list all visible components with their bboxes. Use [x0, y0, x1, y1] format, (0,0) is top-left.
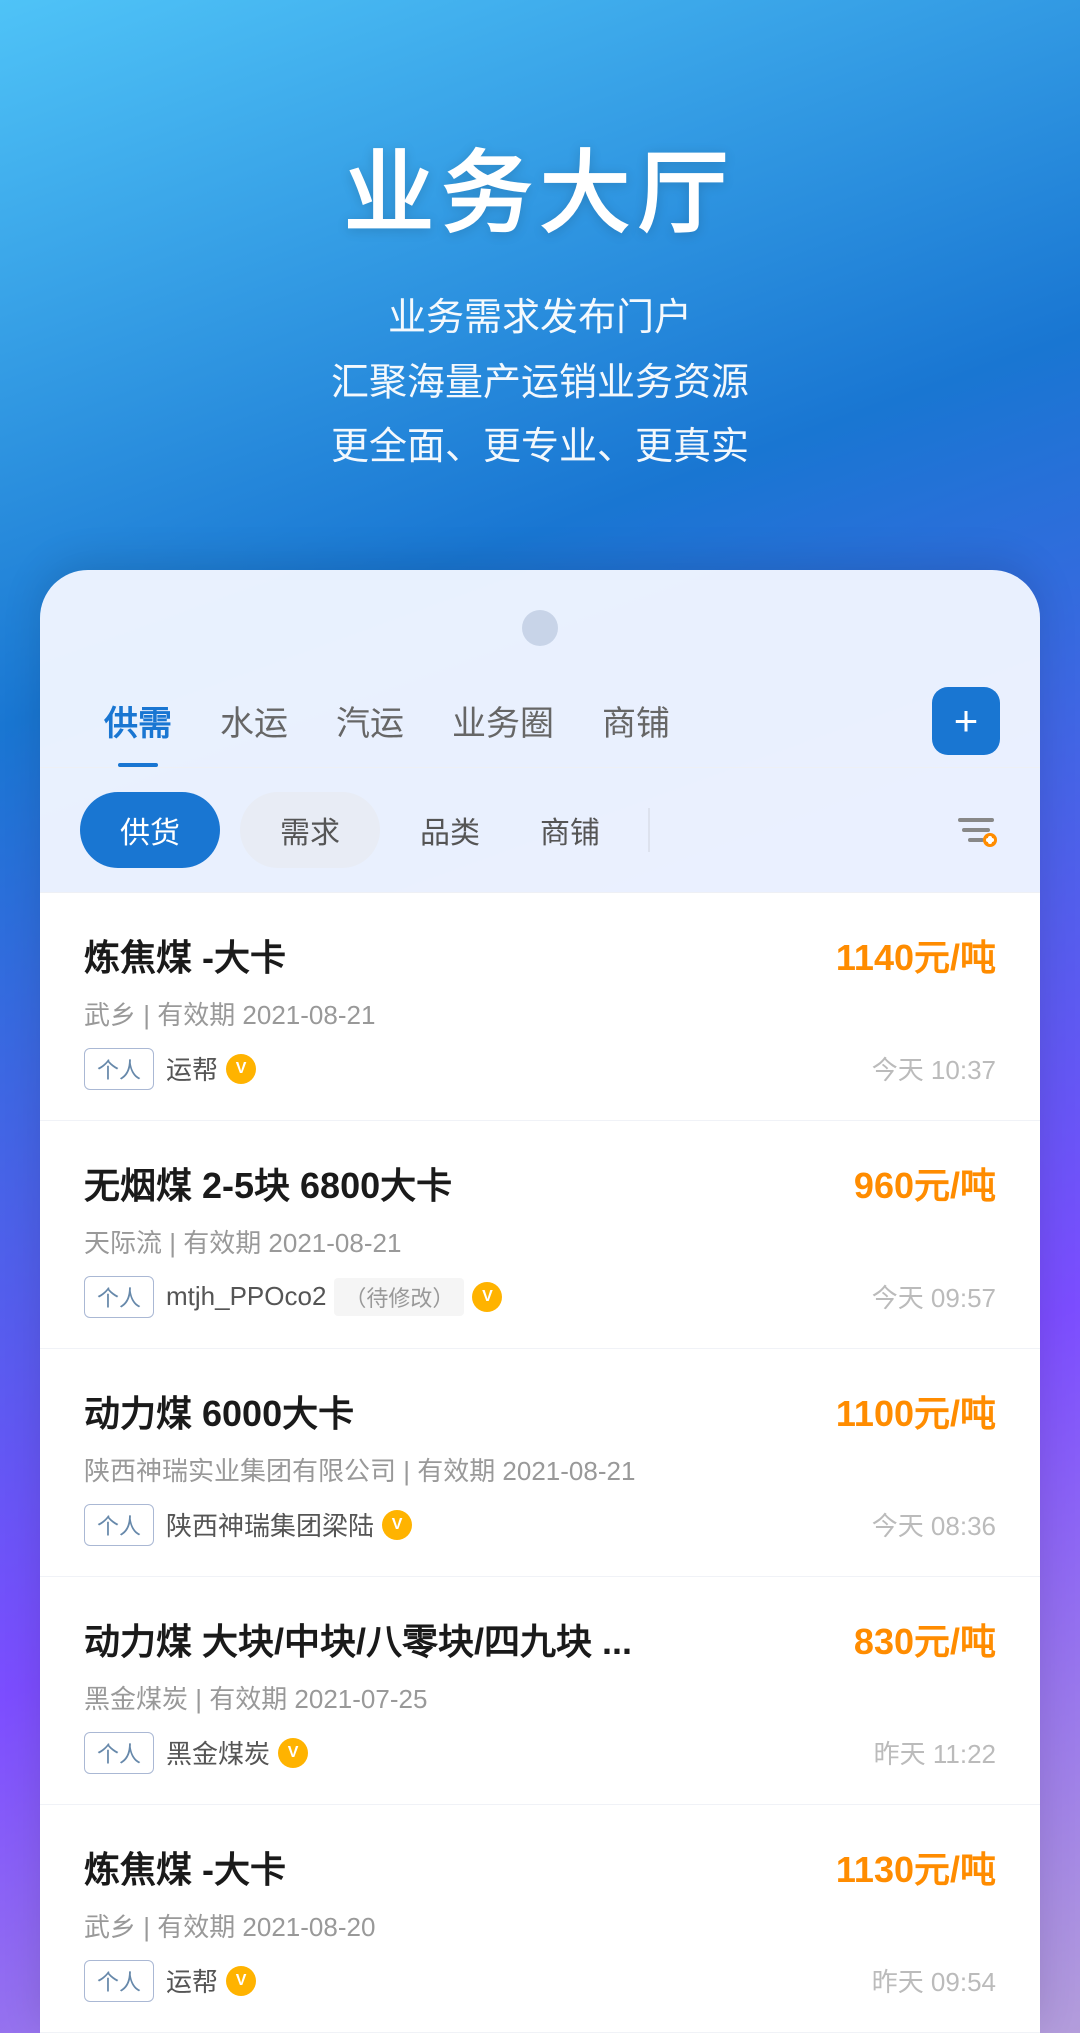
filter-divider [648, 808, 650, 852]
add-button[interactable]: + [932, 687, 1000, 755]
item-meta: 武乡 | 有效期 2021-08-20 [84, 1907, 996, 1944]
item-meta: 陕西神瑞实业集团有限公司 | 有效期 2021-08-21 [84, 1451, 996, 1488]
tab-road-transport[interactable]: 汽运 [312, 676, 428, 767]
item-tags: 个人 陕西神瑞集团梁陆 V [84, 1504, 412, 1546]
item-author: 运帮 V [166, 1050, 256, 1087]
filter-bar: 供货 需求 品类 商铺 [40, 768, 1040, 893]
item-price: 1100元/吨 [836, 1385, 996, 1437]
vip-badge: V [382, 1510, 412, 1540]
filter-category-button[interactable]: 品类 [400, 792, 500, 868]
tab-supply-demand[interactable]: 供需 [80, 676, 196, 767]
tab-water-transport[interactable]: 水运 [196, 676, 312, 767]
tab-bar: 供需 水运 汽运 业务圈 商铺 + [40, 676, 1040, 768]
filter-shop-button[interactable]: 商铺 [520, 792, 620, 868]
subtitle-line1: 业务需求发布门户 [60, 286, 1020, 351]
vip-badge: V [278, 1738, 308, 1768]
list-item[interactable]: 炼焦煤 -大卡 1140元/吨 武乡 | 有效期 2021-08-21 个人 运… [40, 893, 1040, 1121]
camera-dot [522, 610, 558, 646]
main-card: 供需 水运 汽运 业务圈 商铺 + 供货 需求 品类 商铺 [40, 570, 1040, 2033]
item-time: 昨天 11:22 [874, 1734, 996, 1771]
item-time: 今天 09:57 [872, 1278, 996, 1315]
page-title: 业务大厅 [60, 120, 1020, 250]
tab-shop[interactable]: 商铺 [578, 676, 694, 767]
item-author: 黑金煤炭 V [166, 1734, 308, 1771]
list-item[interactable]: 无烟煤 2-5块 6800大卡 960元/吨 天际流 | 有效期 2021-08… [40, 1121, 1040, 1349]
item-author: 陕西神瑞集团梁陆 V [166, 1506, 412, 1543]
header-subtitle: 业务需求发布门户 汇聚海量产运销业务资源 更全面、更专业、更真实 [60, 286, 1020, 480]
list-item[interactable]: 炼焦煤 -大卡 1130元/吨 武乡 | 有效期 2021-08-20 个人 运… [40, 1805, 1040, 2033]
item-price: 1140元/吨 [836, 929, 996, 981]
item-title: 无烟煤 2-5块 6800大卡 [84, 1157, 452, 1209]
filter-demand-button[interactable]: 需求 [240, 792, 380, 868]
tab-business-circle[interactable]: 业务圈 [428, 676, 578, 767]
pending-badge: （待修改） [334, 1278, 464, 1316]
item-price: 960元/吨 [854, 1157, 996, 1209]
item-time: 今天 08:36 [872, 1506, 996, 1543]
vip-badge: V [226, 1966, 256, 1996]
item-meta: 武乡 | 有效期 2021-08-21 [84, 995, 996, 1032]
item-price: 830元/吨 [854, 1613, 996, 1665]
item-time: 昨天 09:54 [872, 1962, 996, 1999]
item-time: 今天 10:37 [872, 1050, 996, 1087]
tag-personal: 个人 [84, 1960, 154, 2002]
item-title: 炼焦煤 -大卡 [84, 929, 286, 981]
item-title: 动力煤 6000大卡 [84, 1385, 354, 1437]
item-title: 炼焦煤 -大卡 [84, 1841, 286, 1893]
tag-personal: 个人 [84, 1048, 154, 1090]
vip-badge: V [472, 1282, 502, 1312]
item-meta: 天际流 | 有效期 2021-08-21 [84, 1223, 996, 1260]
list-item[interactable]: 动力煤 6000大卡 1100元/吨 陕西神瑞实业集团有限公司 | 有效期 20… [40, 1349, 1040, 1577]
subtitle-line2: 汇聚海量产运销业务资源 [60, 351, 1020, 416]
item-tags: 个人 运帮 V [84, 1960, 256, 2002]
tag-personal: 个人 [84, 1504, 154, 1546]
item-title: 动力煤 大块/中块/八零块/四九块 ... [84, 1613, 632, 1665]
item-author: mtjh_PPOco2 （待修改） V [166, 1278, 502, 1316]
item-tags: 个人 黑金煤炭 V [84, 1732, 308, 1774]
filter-supply-button[interactable]: 供货 [80, 792, 220, 868]
item-price: 1130元/吨 [836, 1841, 996, 1893]
filter-icon-button[interactable] [952, 806, 1000, 854]
tag-personal: 个人 [84, 1276, 154, 1318]
item-tags: 个人 mtjh_PPOco2 （待修改） V [84, 1276, 502, 1318]
header-section: 业务大厅 业务需求发布门户 汇聚海量产运销业务资源 更全面、更专业、更真实 [0, 0, 1080, 540]
subtitle-line3: 更全面、更专业、更真实 [60, 415, 1020, 480]
list-container: 炼焦煤 -大卡 1140元/吨 武乡 | 有效期 2021-08-21 个人 运… [40, 893, 1040, 2033]
vip-badge: V [226, 1054, 256, 1084]
tag-personal: 个人 [84, 1732, 154, 1774]
list-item[interactable]: 动力煤 大块/中块/八零块/四九块 ... 830元/吨 黑金煤炭 | 有效期 … [40, 1577, 1040, 1805]
item-meta: 黑金煤炭 | 有效期 2021-07-25 [84, 1679, 996, 1716]
item-tags: 个人 运帮 V [84, 1048, 256, 1090]
item-author: 运帮 V [166, 1962, 256, 1999]
